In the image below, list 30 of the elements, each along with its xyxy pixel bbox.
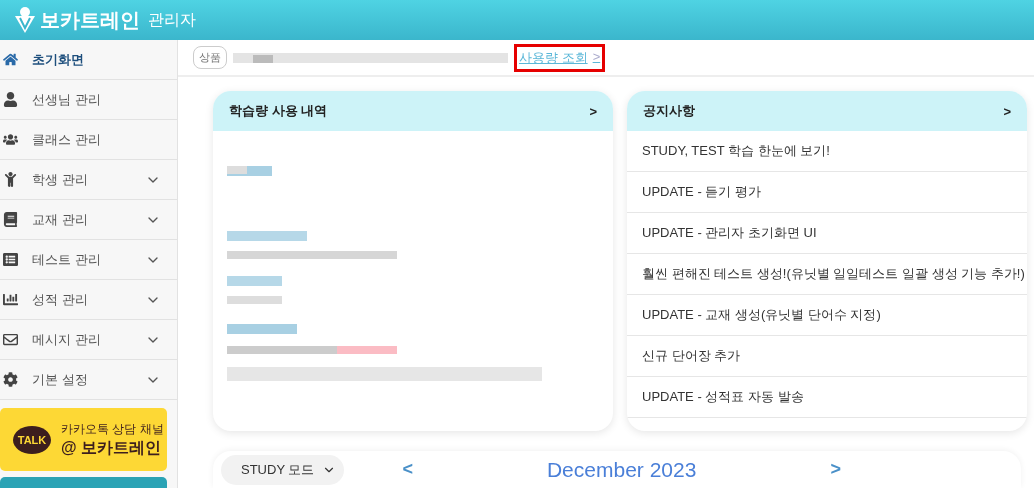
more-arrow[interactable]: > xyxy=(1003,103,1011,119)
talk-badge: TALK xyxy=(13,425,51,454)
gear-icon xyxy=(3,372,18,387)
notice-item[interactable]: UPDATE - 성적표 자동 발송 xyxy=(627,377,1027,419)
kakao-channel-banner[interactable]: TALK 카카오톡 상담 채널 @ 보카트레인 xyxy=(0,408,167,471)
more-arrow[interactable]: > xyxy=(589,103,597,119)
notice-item[interactable]: UPDATE - 관리자 초기화면 UI xyxy=(627,213,1027,255)
notice-item[interactable]: 훨씬 편해진 테스트 생성!(유닛별 일일테스트 일괄 생성 기능 추가!) xyxy=(627,254,1027,296)
person-icon xyxy=(3,172,18,187)
home-icon xyxy=(3,52,18,67)
logo-icon xyxy=(14,6,36,34)
brand-subtitle: 관리자 xyxy=(148,9,196,30)
notice-item[interactable]: STUDY, TEST 학습 한눈에 보기! xyxy=(627,131,1027,173)
list-icon xyxy=(3,252,18,267)
book-icon xyxy=(3,212,18,227)
bar-chart-icon xyxy=(3,292,18,307)
banner-caption: 카카오톡 상담 채널 xyxy=(61,420,164,438)
channel-name: @ 보카트레인 xyxy=(61,437,163,458)
users-icon xyxy=(3,132,18,147)
notice-item[interactable]: 신규 단어장 추가 xyxy=(627,336,1027,378)
notice-item[interactable]: UPDATE - 교재 생성(유닛별 단어수 지정) xyxy=(627,295,1027,337)
mode-dropdown[interactable]: STUDY 모드 xyxy=(221,454,345,485)
user-icon xyxy=(3,92,18,107)
month-title: December 2023 xyxy=(546,457,697,482)
notice-item[interactable]: UPDATE - 듣기 평가 xyxy=(627,172,1027,214)
envelope-icon xyxy=(3,332,18,347)
card-title: 학습량 사용 내역 xyxy=(229,102,328,121)
card-title: 공지사항 xyxy=(643,102,695,121)
product-badge: 상품 xyxy=(193,46,227,70)
brand-name: 보카트레인 xyxy=(40,7,140,33)
